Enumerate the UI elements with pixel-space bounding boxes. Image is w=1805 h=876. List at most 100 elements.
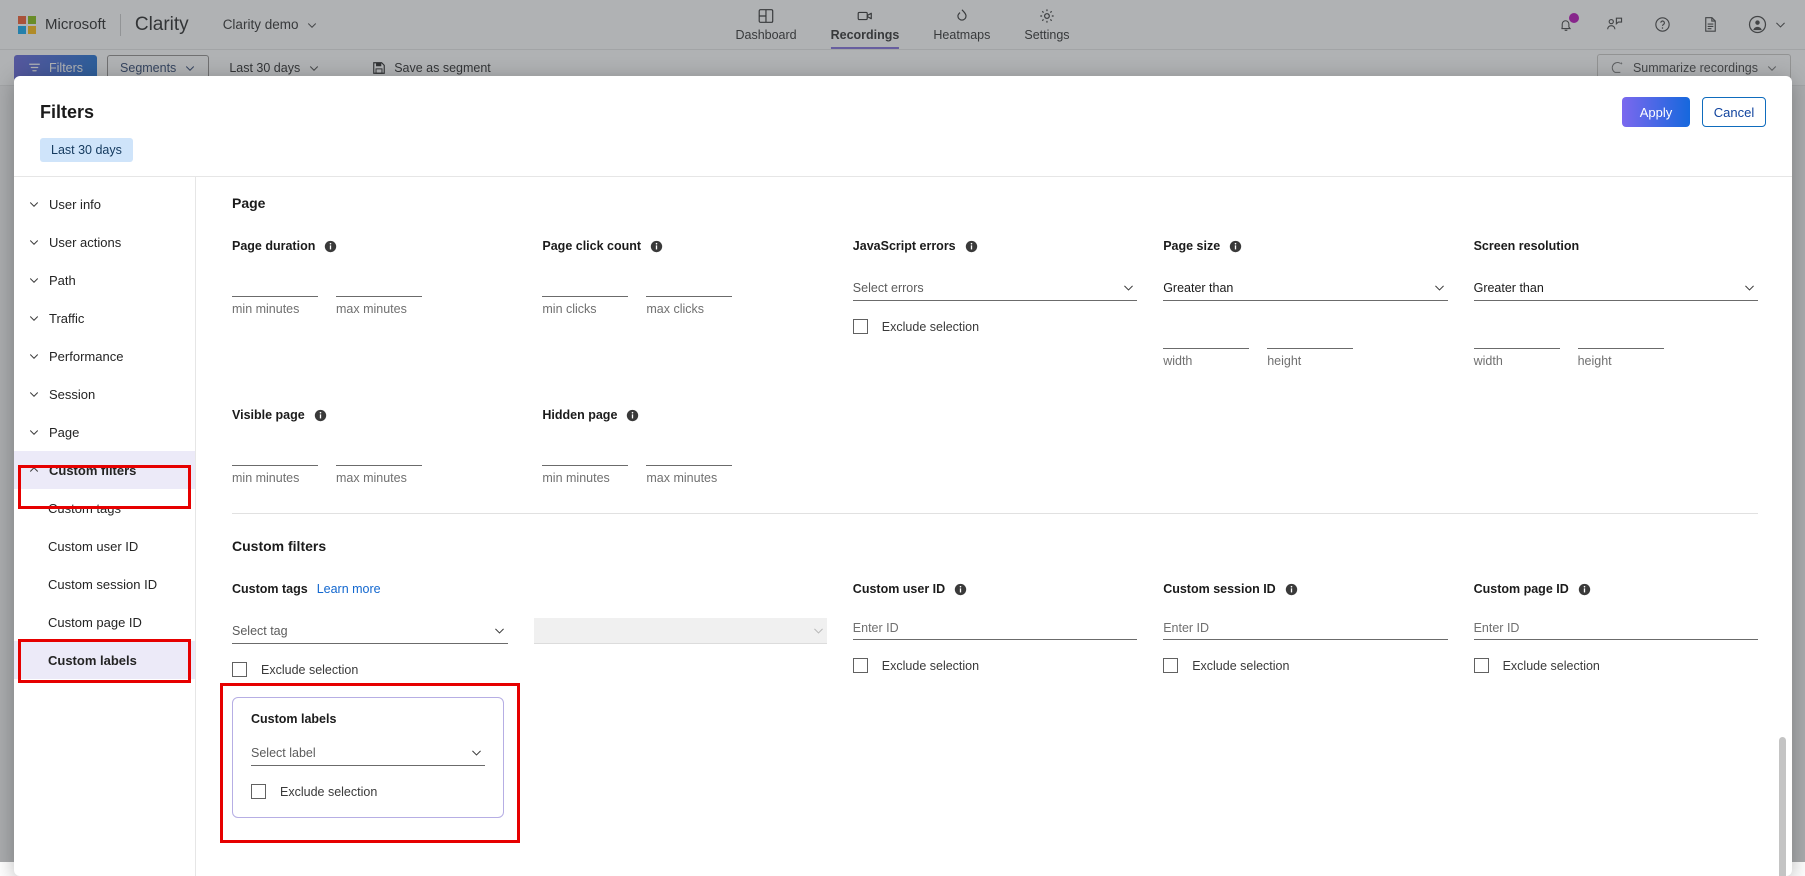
page-section-grid-row2: Visible page min minutes max minutes Hid [232, 408, 1758, 485]
filters-content: Page Page duration min minutes max minut… [196, 177, 1792, 876]
page-click-count-max-input[interactable] [646, 275, 732, 297]
page-duration-inputs [232, 275, 516, 297]
label-text: Custom tags [232, 582, 308, 596]
info-icon[interactable] [650, 240, 663, 253]
chevron-down-icon [28, 426, 40, 438]
custom-section-grid: Custom tags Learn more Select tag [232, 582, 1758, 677]
field-custom-tags: Custom tags Learn more Select tag [232, 582, 827, 677]
javascript-errors-exclude-checkbox[interactable] [853, 319, 868, 334]
sidebar-item-custom-user-id[interactable]: Custom user ID [14, 527, 195, 565]
visible-page-max-input[interactable] [336, 444, 422, 466]
sidebar-label-path: Path [49, 273, 76, 288]
custom-user-id-exclude-row[interactable]: Exclude selection [853, 658, 1137, 673]
info-icon[interactable] [1578, 583, 1591, 596]
label-page-duration: Page duration [232, 239, 516, 253]
hidden-page-min-input[interactable] [542, 444, 628, 466]
field-page-size: Page size Greater than width height [1163, 239, 1447, 368]
sidebar-item-page[interactable]: Page [14, 413, 195, 451]
screen-resolution-height-hint: height [1578, 354, 1664, 368]
custom-tags-exclude-checkbox[interactable] [232, 662, 247, 677]
sidebar-item-custom-tags[interactable]: Custom tags [14, 489, 195, 527]
info-icon[interactable] [965, 240, 978, 253]
custom-labels-exclude-row[interactable]: Exclude selection [251, 784, 485, 799]
sidebar-item-performance[interactable]: Performance [14, 337, 195, 375]
page-duration-max-hint: max minutes [336, 302, 422, 316]
label-text: JavaScript errors [853, 239, 956, 253]
label-visible-page: Visible page [232, 408, 516, 422]
custom-tags-exclude-label: Exclude selection [261, 663, 358, 677]
info-icon[interactable] [954, 583, 967, 596]
page-size-height-hint: height [1267, 354, 1353, 368]
info-icon[interactable] [1229, 240, 1242, 253]
sidebar-item-custom-page-id[interactable]: Custom page ID [14, 603, 195, 641]
page-duration-min-hint: min minutes [232, 302, 318, 316]
hidden-page-max-input[interactable] [646, 444, 732, 466]
sidebar-item-custom-labels[interactable]: Custom labels [14, 641, 195, 679]
sidebar-item-custom-session-id[interactable]: Custom session ID [14, 565, 195, 603]
label-page-size: Page size [1163, 239, 1447, 253]
custom-tags-tag-select[interactable]: Select tag [232, 618, 508, 644]
custom-tags-tag-value: Select tag [232, 624, 288, 638]
chip-date-range[interactable]: Last 30 days [40, 138, 133, 162]
sidebar-item-user-actions[interactable]: User actions [14, 223, 195, 261]
sidebar-label-session: Session [49, 387, 95, 402]
page-size-comparator-select[interactable]: Greater than [1163, 275, 1447, 301]
hidden-page-min-hint: min minutes [542, 471, 628, 485]
sidebar-item-custom-filters[interactable]: Custom filters [14, 451, 195, 489]
dialog-title: Filters [40, 102, 94, 123]
info-icon[interactable] [324, 240, 337, 253]
hidden-page-hints: min minutes max minutes [542, 471, 826, 485]
field-custom-user-id: Custom user ID Exclude selection [853, 582, 1137, 677]
custom-tags-exclude-row[interactable]: Exclude selection [232, 662, 827, 677]
screen-resolution-width-input[interactable] [1474, 327, 1560, 349]
custom-session-id-exclude-checkbox[interactable] [1163, 658, 1178, 673]
chevron-down-icon [1122, 281, 1135, 294]
page-duration-min-input[interactable] [232, 275, 318, 297]
screen-resolution-comparator-select[interactable]: Greater than [1474, 275, 1758, 301]
label-custom-tags: Custom tags Learn more [232, 582, 827, 596]
sidebar-item-session[interactable]: Session [14, 375, 195, 413]
custom-tags-learn-more-link[interactable]: Learn more [317, 582, 381, 596]
filters-dialog: Filters Apply Cancel Last 30 days User i… [14, 76, 1792, 876]
info-icon[interactable] [626, 409, 639, 422]
custom-labels-exclude-label: Exclude selection [280, 785, 377, 799]
sidebar-item-path[interactable]: Path [14, 261, 195, 299]
page-size-height-input[interactable] [1267, 327, 1353, 349]
page-duration-max-input[interactable] [336, 275, 422, 297]
cancel-button[interactable]: Cancel [1702, 97, 1766, 127]
sidebar-item-traffic[interactable]: Traffic [14, 299, 195, 337]
custom-page-id-input[interactable] [1474, 618, 1758, 640]
visible-page-min-input[interactable] [232, 444, 318, 466]
dialog-actions: Apply Cancel [1622, 97, 1766, 127]
custom-labels-exclude-checkbox[interactable] [251, 784, 266, 799]
page-section-grid-row1: Page duration min minutes max minutes [232, 239, 1758, 368]
custom-page-id-exclude-checkbox[interactable] [1474, 658, 1489, 673]
content-scrollbar-thumb[interactable] [1779, 737, 1786, 876]
visible-page-min-hint: min minutes [232, 471, 318, 485]
sidebar-label-custom-page-id: Custom page ID [48, 615, 142, 630]
screen-resolution-height-input[interactable] [1578, 327, 1664, 349]
label-text: Custom user ID [853, 582, 945, 596]
field-custom-session-id: Custom session ID Exclude selection [1163, 582, 1447, 677]
apply-button[interactable]: Apply [1622, 97, 1690, 127]
info-icon[interactable] [1285, 583, 1298, 596]
sidebar-item-user-info[interactable]: User info [14, 185, 195, 223]
custom-session-id-input[interactable] [1163, 618, 1447, 640]
label-text: Hidden page [542, 408, 617, 422]
label-text: Page click count [542, 239, 641, 253]
javascript-errors-exclude-row[interactable]: Exclude selection [853, 319, 1137, 334]
page-size-width-input[interactable] [1163, 327, 1249, 349]
javascript-errors-select[interactable]: Select errors [853, 275, 1137, 301]
chevron-down-icon [493, 624, 506, 637]
custom-user-id-input[interactable] [853, 618, 1137, 640]
label-custom-page-id: Custom page ID [1474, 582, 1758, 596]
info-icon[interactable] [314, 409, 327, 422]
custom-session-id-exclude-row[interactable]: Exclude selection [1163, 658, 1447, 673]
page-click-count-min-input[interactable] [542, 275, 628, 297]
custom-user-id-exclude-checkbox[interactable] [853, 658, 868, 673]
label-hidden-page: Hidden page [542, 408, 826, 422]
field-spacer-3 [1474, 408, 1758, 485]
custom-page-id-exclude-label: Exclude selection [1503, 659, 1600, 673]
custom-page-id-exclude-row[interactable]: Exclude selection [1474, 658, 1758, 673]
custom-labels-select[interactable]: Select label [251, 740, 485, 766]
